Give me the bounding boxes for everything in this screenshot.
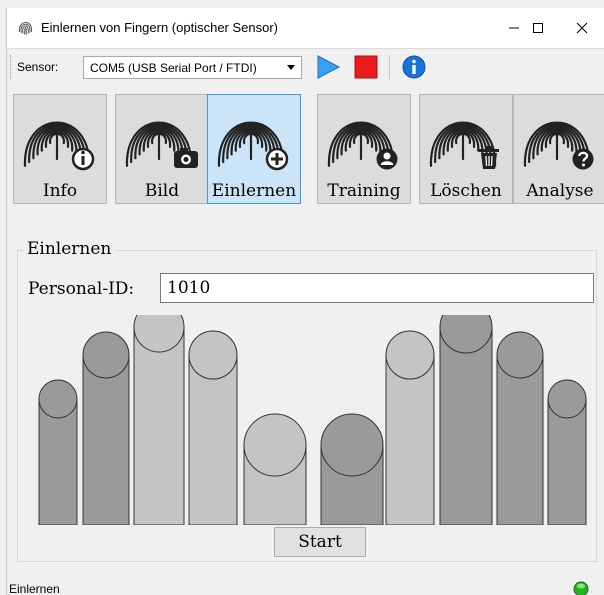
finger-right-index[interactable]	[385, 330, 435, 525]
status-text: Einlernen	[9, 582, 60, 595]
fingerprint-trash-icon	[429, 121, 499, 169]
finger-left-pinky[interactable]	[38, 379, 78, 525]
fingerprint-camera-icon	[125, 121, 198, 168]
sensor-select-value: COM5 (USB Serial Port / FTDI)	[90, 61, 257, 75]
tool-buttons: Info Bild Einlernen Training Löschen Ana…	[7, 84, 604, 232]
tool-bild-label: Bild	[144, 181, 180, 201]
enroll-group-title: Einlernen	[24, 239, 115, 259]
tool-training-button[interactable]: Training	[317, 94, 411, 204]
enroll-group: Einlernen Personal-ID: 1010 Start	[17, 239, 597, 562]
finger-left-index[interactable]	[188, 330, 238, 525]
close-icon	[576, 22, 588, 34]
status-bar: Einlernen	[7, 578, 604, 595]
finger-left-ring[interactable]	[82, 331, 130, 525]
fingerprint-info-icon	[23, 121, 95, 171]
finger-right-thumb[interactable]	[320, 413, 384, 525]
tool-loeschen-button[interactable]: Löschen	[419, 94, 513, 204]
chevron-down-icon	[287, 65, 295, 70]
tool-bild-button[interactable]: Bild	[115, 94, 209, 204]
stop-sensor-button[interactable]	[351, 53, 381, 81]
tool-analyse-label: Analyse	[526, 181, 594, 201]
personal-id-label: Personal-ID:	[28, 279, 135, 299]
finger-right-ring[interactable]	[496, 331, 544, 525]
stop-icon	[354, 55, 378, 79]
finger-right-pinky[interactable]	[547, 379, 587, 525]
personal-id-input[interactable]: 1010	[160, 273, 594, 303]
about-button[interactable]	[399, 53, 429, 81]
finger-left-thumb[interactable]	[243, 413, 307, 525]
main-window: Einlernen von Fingern (optischer Sensor)…	[6, 8, 604, 595]
tool-info-button[interactable]: Info	[13, 94, 107, 204]
fingerprint-question-icon	[523, 121, 594, 170]
start-sensor-button[interactable]	[313, 53, 343, 81]
info-icon	[402, 55, 426, 79]
tool-training-label: Training	[327, 181, 401, 201]
fingers-diagram	[38, 315, 587, 525]
tool-loeschen-label: Löschen	[430, 181, 502, 201]
tool-info-label: Info	[42, 181, 78, 201]
tool-analyse-button[interactable]: Analyse	[513, 94, 604, 204]
close-button[interactable]	[559, 8, 604, 48]
fingerprint-app-icon	[18, 22, 33, 35]
sensor-select[interactable]: COM5 (USB Serial Port / FTDI)	[83, 56, 302, 79]
toolbar-separator	[389, 55, 390, 79]
sensor-label: Sensor:	[17, 60, 59, 74]
window-title: Einlernen von Fingern (optischer Sensor)	[41, 20, 279, 35]
finger-right-middle[interactable]	[439, 315, 493, 525]
toolbar: Sensor: COM5 (USB Serial Port / FTDI)	[7, 48, 604, 84]
fingerprint-plus-icon	[217, 121, 289, 171]
tool-einlernen-label: Einlernen	[211, 181, 297, 201]
title-bar: Einlernen von Fingern (optischer Sensor)	[7, 8, 604, 48]
play-icon	[317, 55, 341, 79]
tool-einlernen-button[interactable]: Einlernen	[207, 94, 301, 204]
finger-left-middle[interactable]	[133, 315, 185, 525]
toolbar-grip[interactable]	[10, 55, 13, 79]
fingerprint-person-icon	[327, 121, 398, 170]
maximize-button[interactable]	[515, 8, 561, 48]
start-button[interactable]: Start	[274, 527, 366, 557]
status-led-icon	[573, 581, 589, 595]
maximize-icon	[533, 23, 543, 33]
